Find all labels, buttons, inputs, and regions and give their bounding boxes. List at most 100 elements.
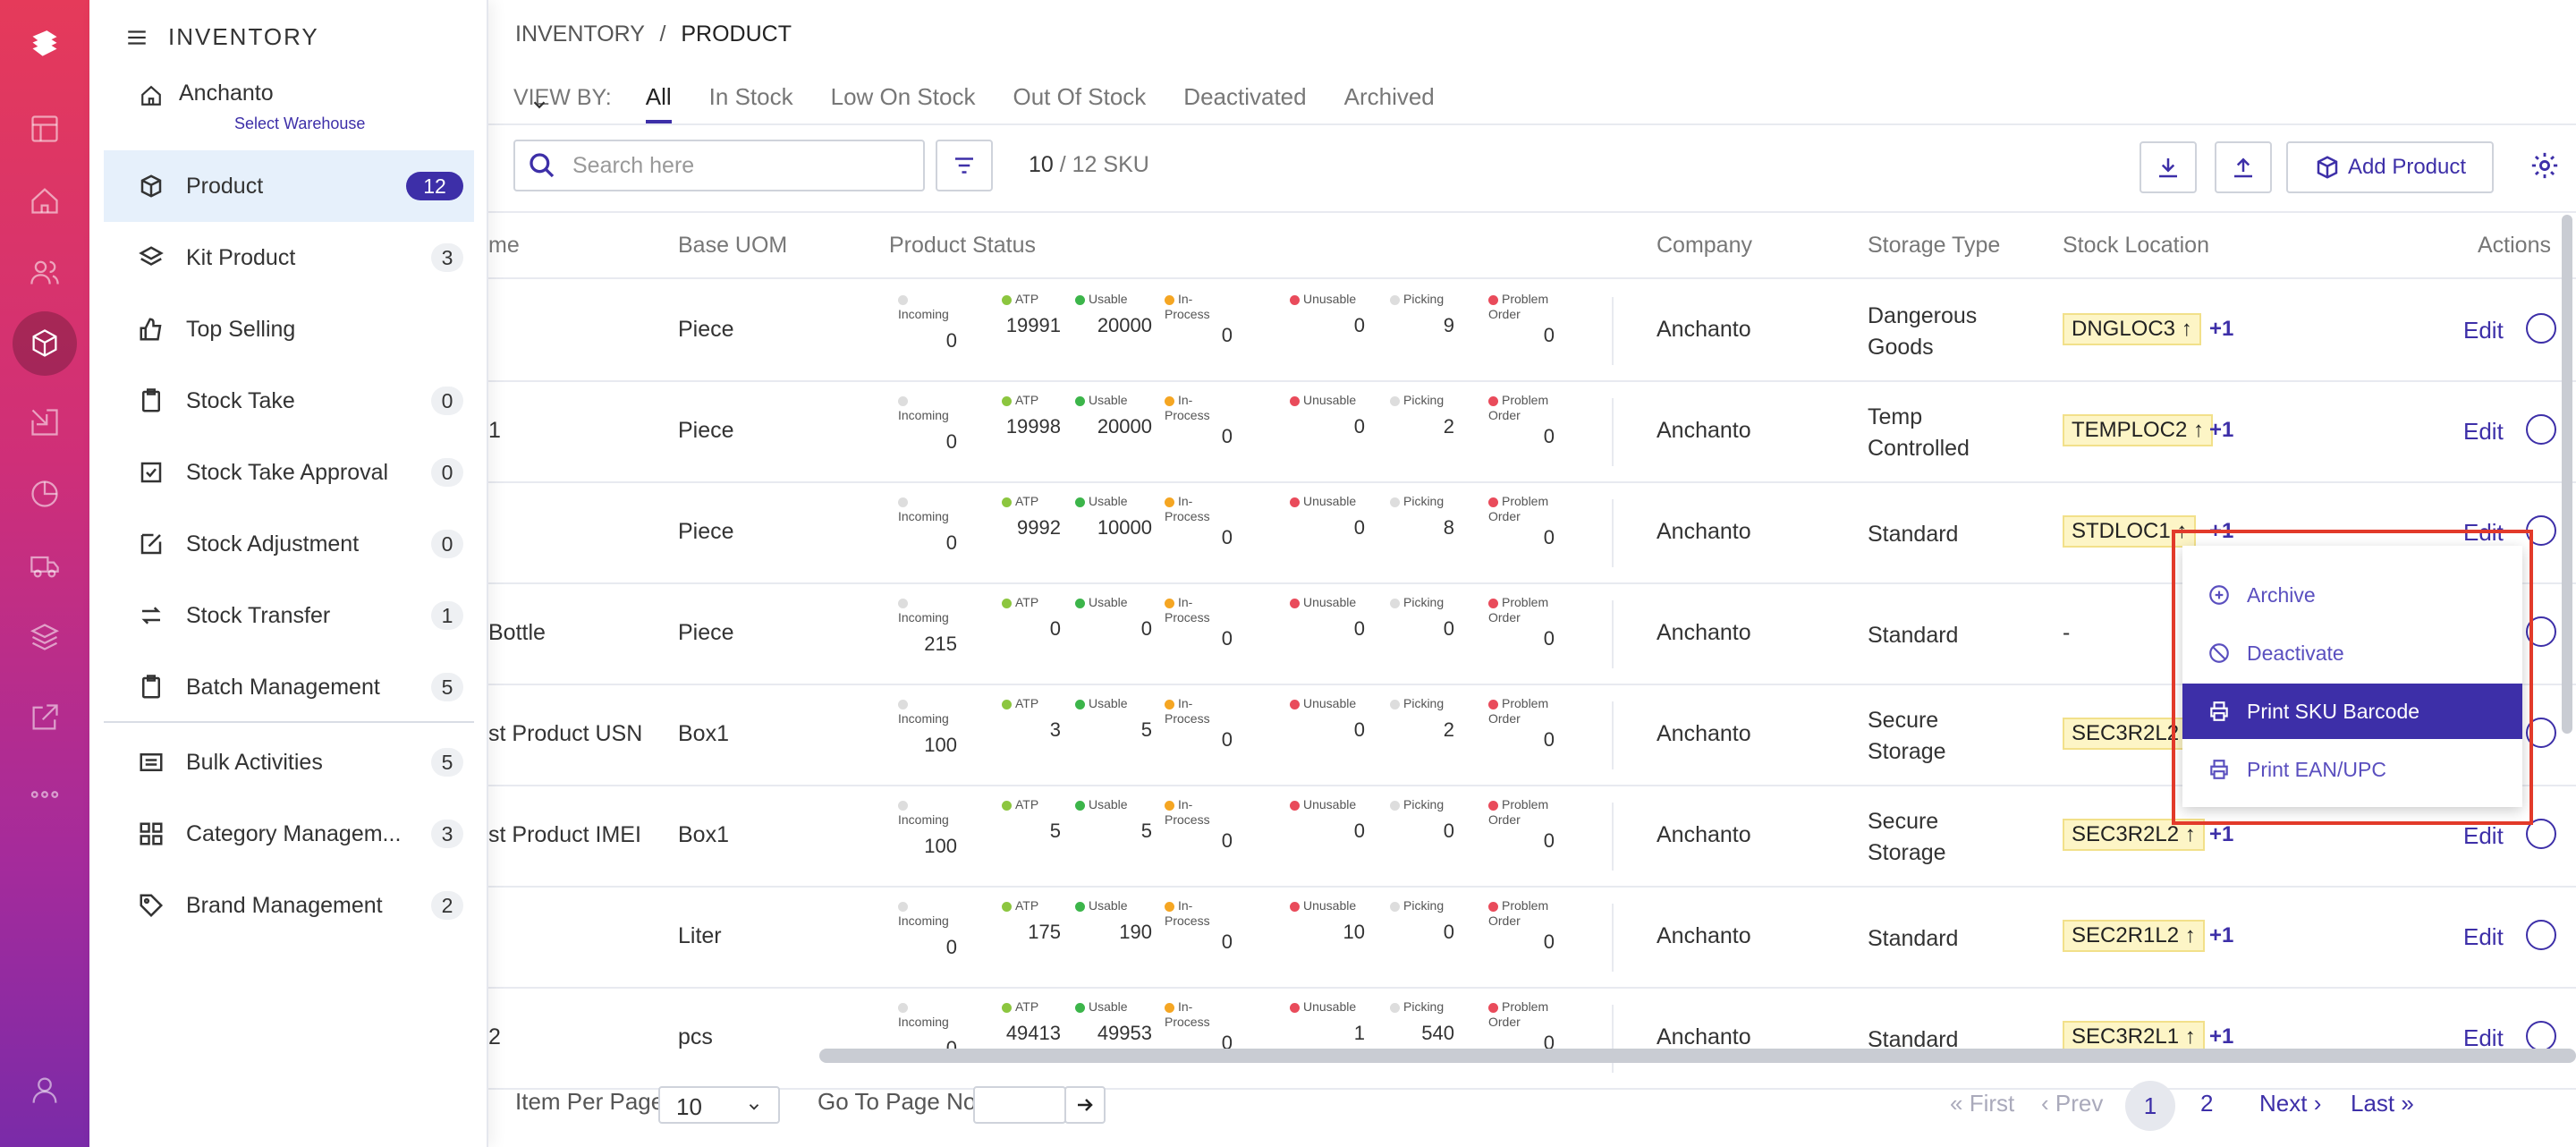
menu-item-label: Archive [2247,582,2316,607]
logo-icon[interactable] [20,20,70,70]
row-menu-icon[interactable] [2526,515,2556,546]
row-menu-icon[interactable] [2526,920,2556,950]
more-locations[interactable]: +1 [2209,519,2233,544]
view-tab[interactable]: All [645,83,672,123]
breadcrumb-parent[interactable]: INVENTORY [515,21,645,47]
horizontal-scrollbar[interactable] [819,1049,2576,1063]
page-2-button[interactable]: 2 [2200,1090,2213,1117]
stock-location-tag[interactable]: DNGLOC3 ↑ [2063,313,2201,345]
last-page-button[interactable]: Last » [2351,1090,2414,1117]
edit-link[interactable]: Edit [2463,418,2504,446]
view-tab[interactable]: Deactivated [1183,83,1306,123]
status-label: Picking [1403,393,1445,407]
more-locations[interactable]: +1 [2209,822,2233,847]
status-label: Picking [1403,797,1445,811]
goto-button[interactable] [1064,1086,1106,1124]
status-value: 0 [1049,617,1061,640]
sidebar-item[interactable]: Category Managem... 3 [104,798,474,870]
sidebar-item[interactable]: Brand Management 2 [104,870,474,941]
more-locations[interactable]: +1 [2209,317,2233,342]
upload-button[interactable] [2215,141,2272,193]
row-menu-icon[interactable] [2526,718,2556,748]
status-label: Unusable [1303,999,1357,1014]
row-menu-icon[interactable] [2526,819,2556,849]
stock-location-tag[interactable]: STDLOC1 ↑ [2063,515,2197,548]
truck-icon[interactable] [20,540,70,590]
more-locations[interactable]: +1 [2209,418,2233,443]
inventory-icon[interactable] [13,311,77,376]
sidebar-item[interactable]: Kit Product 3 [104,222,474,293]
sidebar-item[interactable]: Batch Management 5 [104,651,474,723]
hamburger-icon[interactable] [125,26,148,49]
gear-icon[interactable] [2529,150,2560,181]
search-input[interactable] [572,152,912,179]
download-button[interactable] [2140,141,2197,193]
table-row[interactable]: 1 Piece Incoming 0 ATP 19998 Usable 20000 In- Pr… [488,382,2576,483]
search-box[interactable] [513,140,925,191]
sidebar-item[interactable]: Bulk Activities 5 [104,726,474,798]
status-label: ATP [1015,292,1039,306]
view-tab[interactable]: Out Of Stock [1013,83,1146,123]
printer-icon [2210,760,2228,779]
row-menu-icon[interactable] [2526,313,2556,344]
view-by-tabs: VIEW BY: All In Stock Low On Stock Out Of S… [513,79,1472,123]
add-product-label: Add Product [2347,155,2467,179]
report-icon[interactable] [20,469,70,519]
status-value: 540 [1421,1022,1454,1044]
tag-icon [140,894,164,918]
deactivate-item[interactable]: Deactivate [2182,625,2522,681]
archive-item[interactable]: Archive [2182,567,2522,623]
status-usable: Usable 5 [1072,696,1152,742]
print-sku-barcode-item[interactable]: Print SKU Barcode [2182,684,2522,739]
users-icon[interactable] [20,247,70,297]
more-locations[interactable]: +1 [2209,923,2233,948]
view-tab[interactable]: Low On Stock [831,83,976,123]
print-ean-upc-item[interactable]: Print EAN/UPC [2182,742,2522,797]
stack-icon[interactable] [20,612,70,662]
sidebar-item[interactable]: Stock Take 0 [104,365,474,437]
chevron-down-icon[interactable] [530,95,549,115]
first-page-button[interactable]: « First [1950,1090,2014,1117]
stock-location-empty: - [2063,620,2071,645]
status-value: 0 [1353,415,1365,438]
dashboard-icon[interactable] [20,104,70,154]
edit-link[interactable]: Edit [2463,317,2504,344]
edit-link[interactable]: Edit [2463,923,2504,951]
sidebar-item[interactable]: Stock Transfer 1 [104,580,474,651]
more-icon[interactable] [20,769,70,820]
sidebar-item[interactable]: Product 12 [104,150,474,222]
view-tab[interactable]: In Stock [709,83,793,123]
user-icon[interactable] [20,1065,70,1115]
view-tab[interactable]: Archived [1344,83,1435,123]
goto-page-input[interactable] [973,1086,1066,1124]
stock-location-tag[interactable]: TEMPLOC2 ↑ [2063,414,2214,446]
sidebar-item[interactable]: Top Selling [104,293,474,365]
status-label: Picking [1403,696,1445,710]
count-badge: 0 [431,458,463,487]
stock-location-tag[interactable]: SEC3R2L2 ↑ [2063,819,2205,851]
company: Anchanto [1657,620,1751,645]
next-page-button[interactable]: Next › [2259,1090,2321,1117]
stock-location-tag[interactable]: SEC2R1L2 ↑ [2063,920,2205,952]
status-unusable: Unusable 0 [1286,696,1365,742]
external-link-icon[interactable] [20,692,70,743]
row-menu-icon[interactable] [2526,1021,2556,1051]
sidebar-item[interactable]: Stock Adjustment 0 [104,508,474,580]
edit-link[interactable]: Edit [2463,822,2504,850]
more-locations[interactable]: +1 [2209,1024,2233,1049]
add-product-button[interactable]: Add Product [2286,141,2494,193]
filter-button[interactable] [936,140,993,191]
row-menu-icon[interactable] [2526,414,2556,445]
per-page-select[interactable]: 10 [658,1086,780,1124]
edit-link[interactable]: Edit [2463,519,2504,547]
page-1-button[interactable]: 1 [2125,1081,2175,1131]
sidebar-item[interactable]: Stock Take Approval 0 [104,437,474,508]
table-row[interactable]: Piece Incoming 0 ATP 19991 Usable 20000 In- Pro… [488,281,2576,382]
base-uom: pcs [678,1024,713,1049]
vertical-scrollbar[interactable] [2562,215,2572,734]
home-icon[interactable] [20,175,70,225]
inbound-icon[interactable] [20,397,70,447]
table-row[interactable]: Liter Incoming 0 ATP 175 Usable 190 In- Process… [488,888,2576,989]
prev-page-button[interactable]: ‹ Prev [2041,1090,2103,1117]
row-menu-icon[interactable] [2526,616,2556,647]
